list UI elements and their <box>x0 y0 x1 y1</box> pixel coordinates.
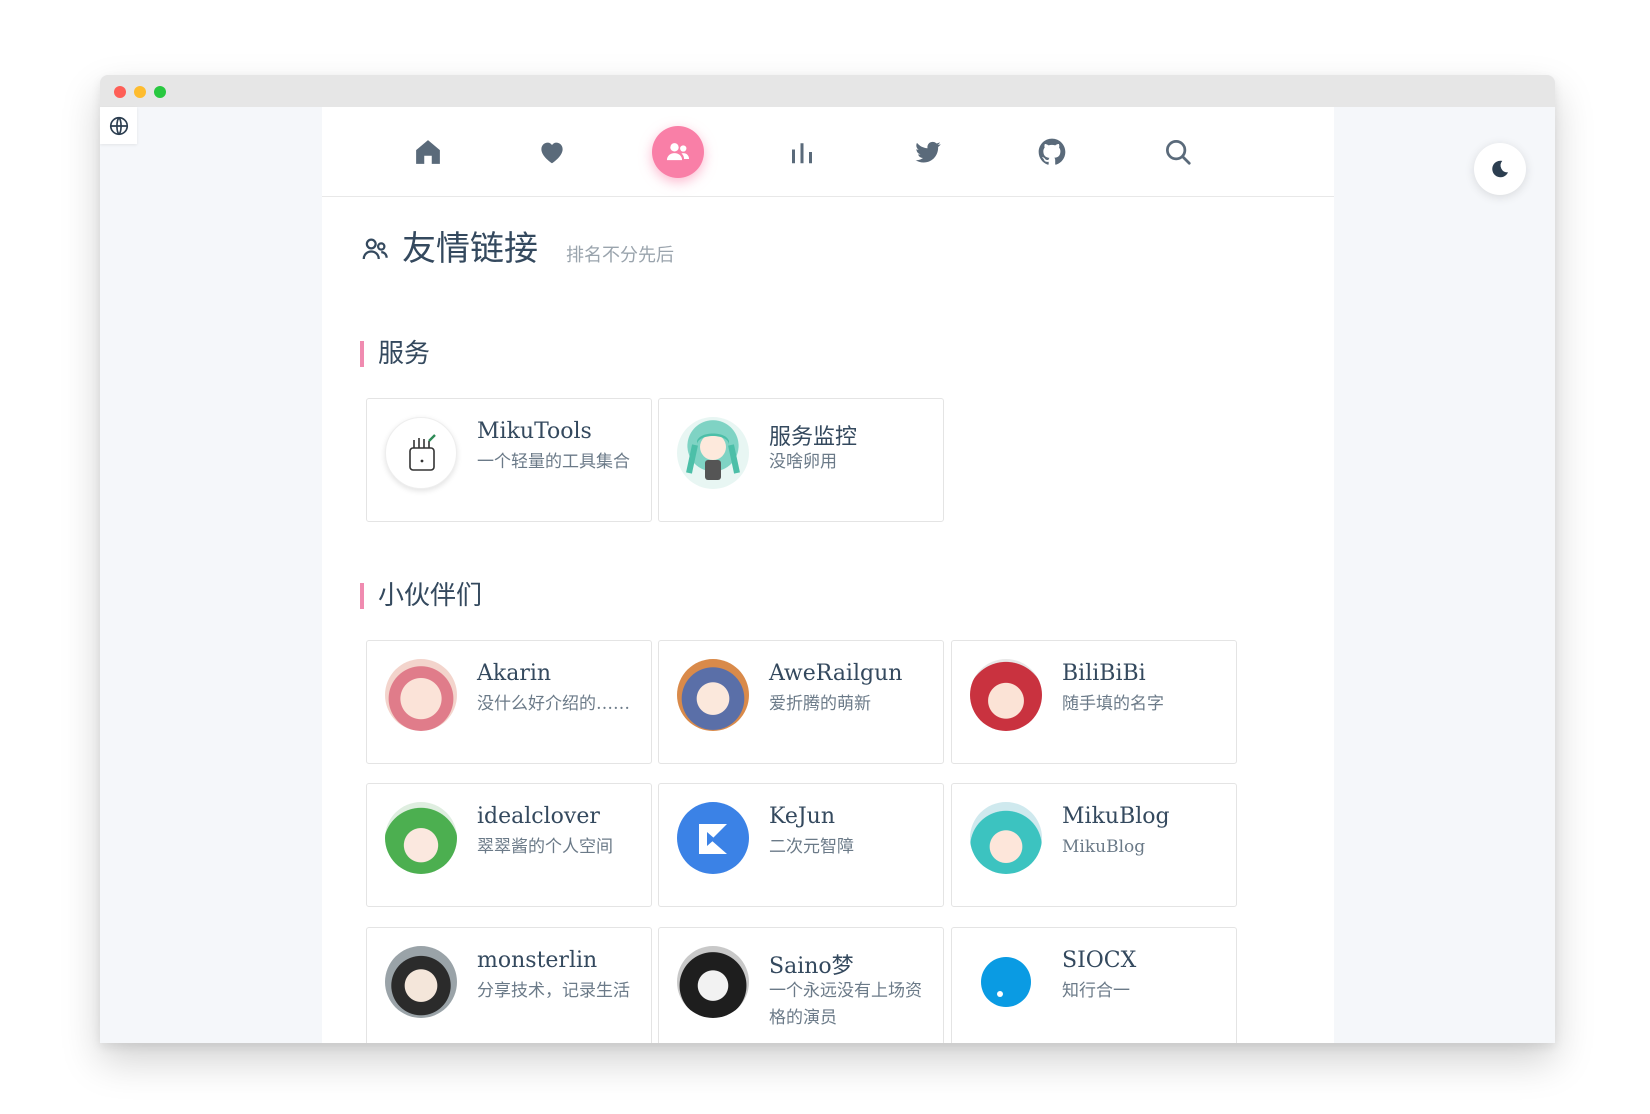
link-name: AweRailgun <box>769 661 903 686</box>
main-panel: 友情链接 排名不分先后 服务 MikuTools 一个轻量的工具集合 服务监控 … <box>322 107 1334 1043</box>
nav-favorites[interactable] <box>526 126 578 178</box>
link-card-awerailgun[interactable]: AweRailgun 爱折腾的萌新 <box>658 640 944 764</box>
link-card-kejun[interactable]: KeJun 二次元智障 <box>658 783 944 907</box>
link-name: Saino梦 <box>769 954 854 979</box>
nav-twitter[interactable] <box>902 126 954 178</box>
link-card-saino[interactable]: Saino梦 一个永远没有上场资格的演员 <box>658 927 944 1043</box>
friends-outline-icon <box>362 238 388 260</box>
link-description: 随手填的名字 <box>1062 694 1164 714</box>
link-card-akarin[interactable]: Akarin 没什么好介绍的…… <box>366 640 652 764</box>
maximize-window-button[interactable] <box>154 86 166 98</box>
link-name: MikuTools <box>477 419 592 444</box>
friends-icon <box>666 143 690 161</box>
link-card-mikutools[interactable]: MikuTools 一个轻量的工具集合 <box>366 398 652 522</box>
link-description: 爱折腾的萌新 <box>769 694 871 714</box>
link-card-bilibibi[interactable]: BiliBiBi 随手填的名字 <box>951 640 1237 764</box>
link-card-monsterlin[interactable]: monsterlin 分享技术，记录生活 <box>366 927 652 1043</box>
nav-stats[interactable] <box>776 126 828 178</box>
nav-search[interactable] <box>1152 126 1204 178</box>
avatar <box>677 417 749 489</box>
link-description: MikuBlog <box>1062 837 1146 857</box>
link-name: SIOCX <box>1062 948 1137 973</box>
link-name: monsterlin <box>477 948 598 973</box>
link-card-mikublog[interactable]: MikuBlog MikuBlog <box>951 783 1237 907</box>
globe-icon <box>109 116 128 135</box>
page-header: 友情链接 排名不分先后 <box>360 229 674 269</box>
stats-icon <box>792 143 812 164</box>
home-icon <box>416 140 440 164</box>
avatar <box>385 802 457 874</box>
browser-window: 友情链接 排名不分先后 服务 MikuTools 一个轻量的工具集合 服务监控 … <box>100 75 1555 1043</box>
page-title: 友情链接 <box>402 229 538 269</box>
link-description: 一个永远没有上场资格的演员 <box>769 981 922 1028</box>
avatar <box>970 659 1042 731</box>
link-description: 一个轻量的工具集合 <box>477 452 630 472</box>
siocx-logo-icon <box>981 957 1031 1007</box>
nav-github[interactable] <box>1026 126 1078 178</box>
avatar <box>677 659 749 731</box>
heart-icon <box>541 142 563 164</box>
link-description: 知行合一 <box>1062 981 1130 1001</box>
link-description: 没什么好介绍的…… <box>477 694 630 714</box>
link-name: MikuBlog <box>1062 804 1170 829</box>
nav-friends[interactable] <box>652 126 704 178</box>
language-button[interactable] <box>100 107 137 144</box>
avatar <box>970 946 1042 1018</box>
link-description: 分享技术，记录生活 <box>477 981 630 1001</box>
link-name: Akarin <box>477 661 552 686</box>
toolbox-icon <box>409 434 436 471</box>
search-icon <box>1166 140 1191 165</box>
avatar <box>385 417 457 489</box>
link-name: KeJun <box>769 804 836 829</box>
link-card-idealclover[interactable]: idealclover 翠翠酱的个人空间 <box>366 783 652 907</box>
title-bar <box>100 75 1555 107</box>
minimize-window-button[interactable] <box>134 86 146 98</box>
kejun-logo-icon <box>699 824 727 854</box>
avatar <box>677 946 749 1018</box>
dark-mode-toggle[interactable] <box>1474 143 1526 195</box>
top-navigation <box>322 107 1334 197</box>
section-title-services: 服务 <box>360 340 430 368</box>
link-description: 翠翠酱的个人空间 <box>477 837 613 857</box>
page-subtitle: 排名不分先后 <box>566 245 674 266</box>
link-description: 没啥卵用 <box>769 452 837 472</box>
avatar <box>385 946 457 1018</box>
link-card-service-monitor[interactable]: 服务监控 没啥卵用 <box>658 398 944 522</box>
moon-icon <box>1492 160 1509 178</box>
link-card-siocx[interactable]: SIOCX 知行合一 <box>951 927 1237 1043</box>
close-window-button[interactable] <box>114 86 126 98</box>
link-name: BiliBiBi <box>1062 661 1146 686</box>
link-name: 服务监控 <box>769 425 858 450</box>
github-icon <box>1038 138 1066 165</box>
twitter-icon <box>915 141 941 163</box>
link-name: idealclover <box>477 804 600 829</box>
link-description: 二次元智障 <box>769 837 854 857</box>
anime-avatar-image <box>686 433 740 480</box>
avatar <box>970 802 1042 874</box>
nav-home[interactable] <box>402 126 454 178</box>
avatar <box>385 659 457 731</box>
avatar <box>677 802 749 874</box>
section-title-friends: 小伙伴们 <box>360 582 482 610</box>
